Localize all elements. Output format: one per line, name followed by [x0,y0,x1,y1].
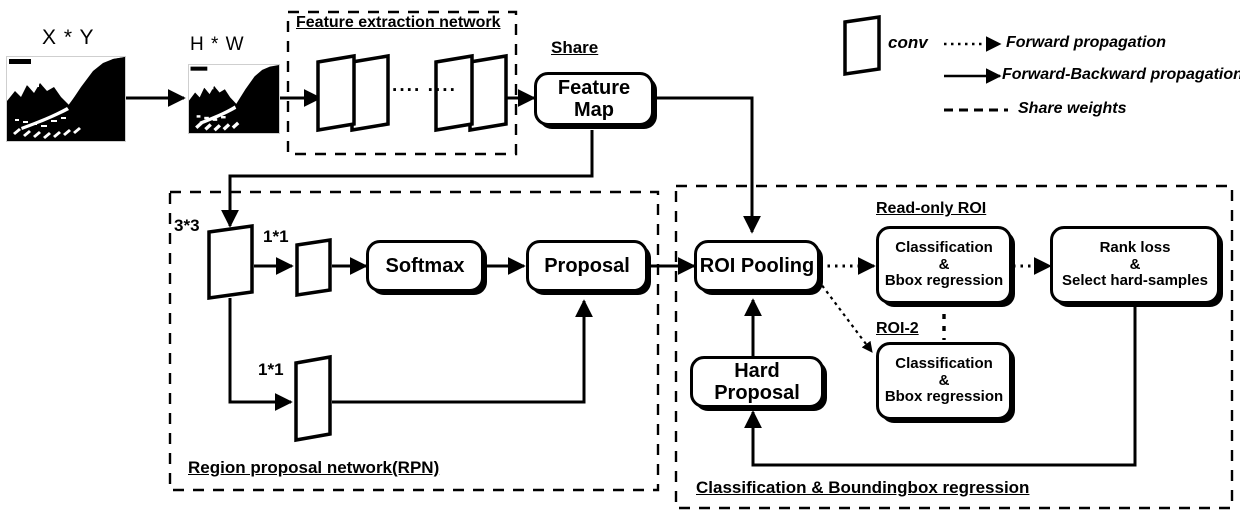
feature-map-share-tag: Share [551,38,599,57]
group-label-rpn: Region proposal network(RPN) [188,458,440,477]
legend-conv-icon [843,14,881,77]
node-roi-2[interactable]: Classification & Bbox regression [876,342,1012,420]
node-readonly-roi[interactable]: Classification & Bbox regression [876,226,1012,304]
node-proposal[interactable]: Proposal [526,240,648,292]
node-roi-pooling[interactable]: ROI Pooling [694,240,820,292]
node-roi-pooling-label: ROI Pooling [699,254,815,277]
node-softmax[interactable]: Softmax [366,240,484,292]
roi2-tag: ROI-2 [876,320,919,337]
node-roi-2-line2: & [938,371,950,389]
line-conv33-to-conv11bottom [228,298,293,411]
legend-label-forward-propagation: Forward propagation [1006,34,1166,51]
conv-stack-ellipsis: ···· ···· [392,80,457,101]
line-conv11bottom-to-proposal [332,299,593,404]
conv-label-1x1-bottom: 1*1 [258,360,284,379]
conv-label-3x3: 3*3 [174,216,200,235]
diagram-canvas: X * Y H * W Feature extraction network ·… [0,0,1240,518]
legend-label-forward-backward-propagation: Forward-Backward propagation [1002,66,1240,83]
node-readonly-roi-line3: Bbox regression [884,272,1004,290]
node-rank-loss-line1: Rank loss [1099,238,1171,256]
node-softmax-label: Softmax [385,254,465,277]
legend-label-share-weights: Share weights [1018,100,1127,117]
node-hard-proposal[interactable]: Hard Proposal [690,356,824,408]
node-proposal-label: Proposal [544,254,630,277]
conv-3x3-shape [207,223,254,301]
arrow-roipooling-to-roi2 [817,279,873,353]
line-featuremap-to-roipooling [654,96,761,234]
node-rank-loss[interactable]: Rank loss & Select hard-samples [1050,226,1220,304]
group-label-feature-extraction: Feature extraction network [296,14,501,31]
node-feature-map[interactable]: Feature Map [534,72,654,126]
conv-stack-a [316,53,390,133]
conv-1x1-bottom-shape [294,354,332,443]
input-image-original-label: X * Y [42,26,95,49]
input-image-resized [188,64,280,134]
node-roi-2-line1: Classification [895,354,993,372]
node-hard-proposal-label: Hard Proposal [714,359,800,404]
input-image-resized-label: H * W [190,34,245,55]
conv-1x1-top-shape [295,237,332,298]
node-readonly-roi-line1: Classification [895,238,993,256]
node-roi-2-line3: Bbox regression [884,388,1004,406]
node-readonly-roi-line2: & [938,255,950,273]
node-rank-loss-line3: Select hard-samples [1062,272,1208,290]
node-rank-loss-line2: & [1129,255,1141,273]
group-label-classification: Classification & Boundingbox regression [696,478,1030,497]
readonly-roi-tag: Read-only ROI [876,200,987,217]
node-feature-map-label: Feature Map [557,76,631,121]
input-image-original [6,56,126,142]
legend-conv-label: conv [888,33,928,52]
conv-label-1x1-top: 1*1 [263,227,289,246]
line-featuremap-to-rpn-conv [221,130,594,228]
